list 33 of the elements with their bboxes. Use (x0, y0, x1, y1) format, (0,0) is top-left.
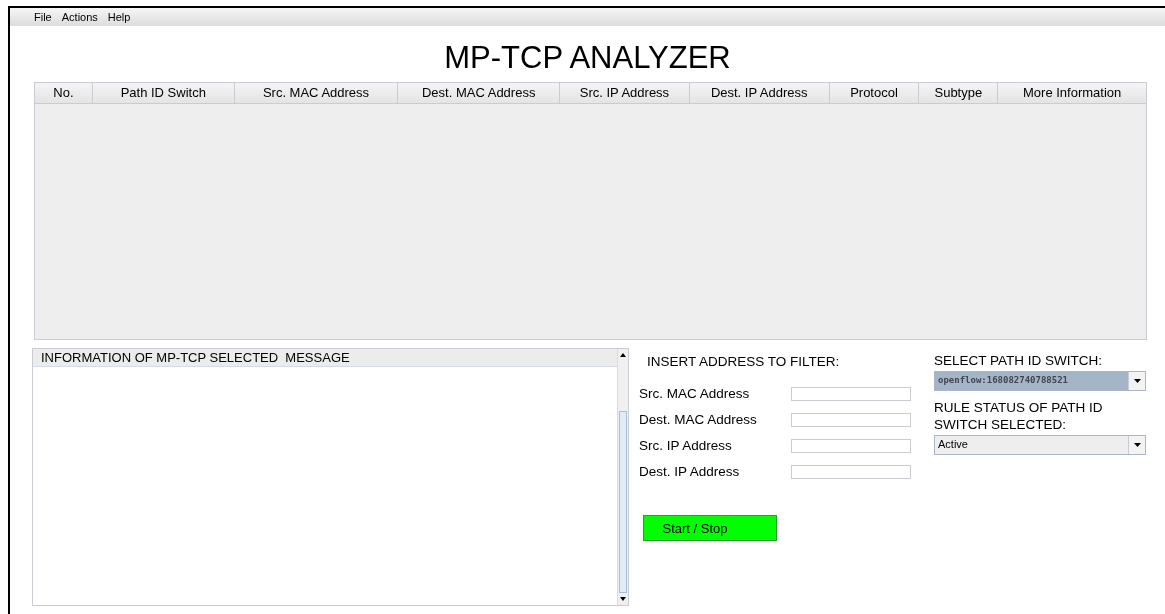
switch-dropdown[interactable]: openflow:168082740788521 (934, 371, 1146, 391)
input-field[interactable] (791, 386, 911, 401)
input-field[interactable] (791, 412, 911, 427)
column-header[interactable]: Dest. MAC Address (398, 83, 561, 103)
column-header[interactable]: More Information (998, 83, 1146, 103)
field-label: Dest. MAC Address (639, 412, 758, 427)
column-header[interactable]: Path ID Switch (92, 83, 235, 103)
start-stop-button[interactable]: Start / Stop (643, 515, 777, 541)
select-label: SELECT PATH ID SWITCH: (934, 352, 1104, 369)
column-header[interactable]: Dest. IP Address (689, 83, 830, 103)
dropdown-arrow-icon[interactable] (1133, 379, 1141, 383)
scroll-up-icon[interactable] (620, 353, 626, 357)
column-header[interactable]: Protocol (829, 83, 920, 103)
field-label: Src. MAC Address (639, 386, 751, 401)
column-header[interactable]: Src. MAC Address (234, 83, 399, 103)
scrollbar[interactable] (617, 349, 628, 605)
filter-heading: INSERT ADDRESS TO FILTER: (647, 354, 841, 369)
dropdown-arrow-icon[interactable] (1133, 443, 1141, 447)
field-label: Src. IP Address (639, 438, 733, 453)
column-header[interactable]: No. (35, 83, 93, 103)
scroll-down-icon[interactable] (620, 597, 626, 601)
status-dropdown[interactable]: Active (934, 435, 1146, 455)
input-field[interactable] (791, 438, 911, 453)
select-label: RULE STATUS OF PATH ID SWITCH SELECTED: (934, 399, 1104, 433)
menu-item[interactable]: Help (107, 11, 131, 23)
menu-item[interactable]: Actions (61, 11, 98, 23)
app-title: MP-TCP ANALYZER (443, 40, 732, 76)
field-label: Dest. IP Address (639, 464, 741, 479)
column-header[interactable]: Subtype (919, 83, 999, 103)
input-field[interactable] (791, 464, 911, 479)
panel-title: INFORMATION OF MP-TCP SELECTED MESSAGE (33, 349, 617, 367)
column-header[interactable]: Src. IP Address (560, 83, 690, 103)
menu-item[interactable]: File (34, 11, 52, 23)
